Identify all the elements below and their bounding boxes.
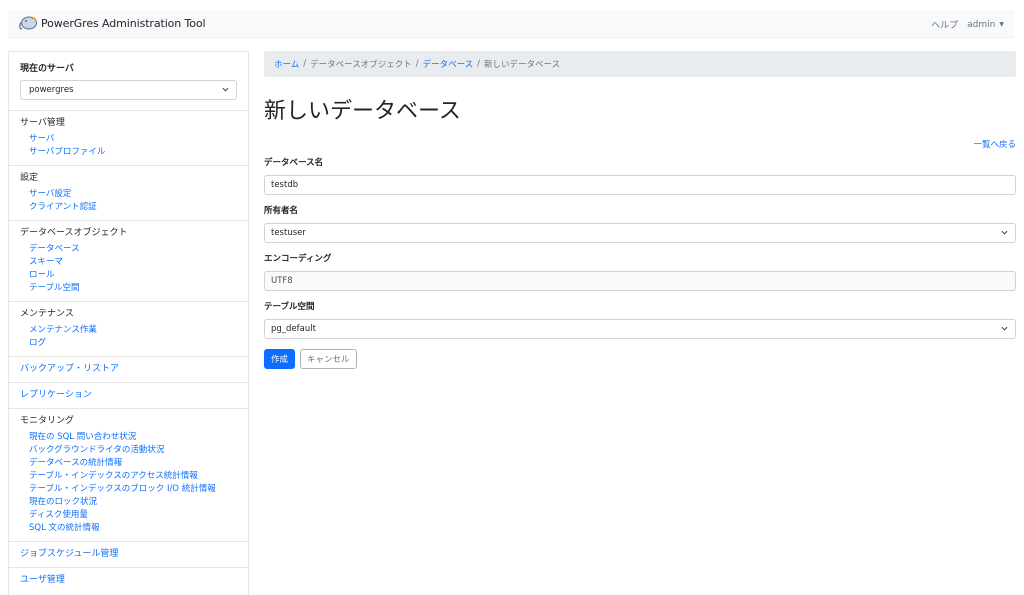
brand-title: PowerGres Administration Tool bbox=[41, 16, 206, 30]
owner-select[interactable]: testuser bbox=[264, 223, 1016, 243]
owner-label: 所有者名 bbox=[264, 206, 299, 216]
sidebar-item-replication[interactable]: レプリケーション bbox=[20, 390, 237, 401]
sidebar-section-server-management: サーバ管理 サーバ サーバプロファイル bbox=[9, 111, 248, 166]
sidebar-item-user-management[interactable]: ユーザ管理 bbox=[20, 575, 237, 586]
sidebar-section-title: メンテナンス bbox=[20, 309, 74, 319]
sidebar-section-title: データベースオブジェクト bbox=[20, 228, 128, 238]
breadcrumb-separator: / bbox=[303, 59, 307, 69]
sidebar-item-client-auth[interactable]: クライアント認証 bbox=[20, 201, 237, 214]
sidebar-item-locks[interactable]: 現在のロック状況 bbox=[20, 496, 237, 509]
db-name-input[interactable]: testdb bbox=[264, 175, 1016, 195]
db-name-group: データベース名 testdb bbox=[264, 158, 1016, 195]
sidebar-section-db-objects: データベースオブジェクト データベース スキーマ ロール テーブル空間 bbox=[9, 221, 248, 302]
sidebar-item-roles[interactable]: ロール bbox=[20, 269, 237, 282]
cancel-button[interactable]: キャンセル bbox=[300, 349, 357, 369]
sidebar-section-job-schedule: ジョブスケジュール管理 bbox=[9, 542, 248, 568]
owner-value: testuser bbox=[271, 228, 306, 238]
brand[interactable]: PowerGres Administration Tool bbox=[18, 15, 206, 31]
sidebar-section-title: モニタリング bbox=[20, 416, 75, 426]
breadcrumb-home[interactable]: ホーム bbox=[274, 58, 299, 70]
sidebar-section-monitoring: モニタリング 現在の SQL 問い合わせ状況 バックグラウンドライタの活動状況 … bbox=[9, 409, 248, 542]
sidebar-item-server-profile[interactable]: サーバプロファイル bbox=[20, 146, 237, 159]
db-name-value: testdb bbox=[271, 180, 299, 190]
breadcrumb-databases[interactable]: データベース bbox=[423, 58, 474, 70]
main-content: ホーム / データベースオブジェクト / データベース / 新しいデータベース … bbox=[264, 51, 1016, 369]
encoding-input[interactable]: UTF8 bbox=[264, 271, 1016, 291]
sidebar-item-databases[interactable]: データベース bbox=[20, 243, 237, 256]
tablespace-select[interactable]: pg_default bbox=[264, 319, 1016, 339]
sidebar-item-maintenance-tasks[interactable]: メンテナンス作業 bbox=[20, 324, 237, 337]
sidebar-section-title: 設定 bbox=[20, 173, 39, 183]
current-server-panel: 現在のサーバ powergres bbox=[9, 52, 248, 111]
sidebar-section-replication: レプリケーション bbox=[9, 383, 248, 409]
sidebar-item-tablespaces[interactable]: テーブル空間 bbox=[20, 282, 237, 295]
sidebar-item-disk-usage[interactable]: ディスク使用量 bbox=[20, 509, 237, 522]
user-name: admin bbox=[967, 19, 996, 30]
tablespace-value: pg_default bbox=[271, 324, 316, 334]
tablespace-label: テーブル空間 bbox=[264, 302, 315, 312]
help-link[interactable]: ヘルプ bbox=[931, 18, 958, 31]
db-name-label: データベース名 bbox=[264, 158, 324, 168]
chevron-down-icon bbox=[222, 87, 229, 92]
sidebar-section-backup-restore: バックアップ・リストア bbox=[9, 357, 248, 383]
caret-down-icon: ▼ bbox=[999, 21, 1004, 28]
page-title: 新しいデータベース bbox=[264, 99, 461, 124]
sidebar-item-sql-stats[interactable]: SQL 文の統計情報 bbox=[20, 522, 237, 535]
form-buttons: 作成 キャンセル bbox=[264, 349, 1016, 369]
sidebar-item-backup-restore[interactable]: バックアップ・リストア bbox=[20, 364, 237, 375]
breadcrumb-separator: / bbox=[415, 59, 419, 69]
sidebar-item-db-stats[interactable]: データベースの統計情報 bbox=[20, 457, 237, 470]
sidebar-item-server[interactable]: サーバ bbox=[20, 133, 237, 146]
breadcrumb-db-objects: データベースオブジェクト bbox=[310, 60, 412, 70]
breadcrumb: ホーム / データベースオブジェクト / データベース / 新しいデータベース bbox=[264, 51, 1016, 77]
encoding-value: UTF8 bbox=[271, 276, 293, 286]
create-button[interactable]: 作成 bbox=[264, 349, 296, 369]
sidebar-section-user-management: ユーザ管理 bbox=[9, 568, 248, 592]
sidebar-item-current-sql[interactable]: 現在の SQL 問い合わせ状況 bbox=[20, 431, 237, 444]
breadcrumb-separator: / bbox=[477, 59, 481, 69]
sidebar-item-schemas[interactable]: スキーマ bbox=[20, 256, 237, 269]
sidebar-item-logs[interactable]: ログ bbox=[20, 337, 237, 350]
create-database-form: データベース名 testdb 所有者名 testuser エンコーディング UT… bbox=[264, 158, 1016, 369]
breadcrumb-current: 新しいデータベース bbox=[484, 60, 561, 70]
back-to-list-link[interactable]: 一覧へ戻る bbox=[973, 138, 1016, 150]
chevron-down-icon bbox=[1001, 326, 1008, 331]
user-menu[interactable]: admin ▼ bbox=[967, 20, 1004, 30]
sidebar-item-server-settings[interactable]: サーバ設定 bbox=[20, 188, 237, 201]
sidebar-item-job-schedule[interactable]: ジョブスケジュール管理 bbox=[20, 549, 237, 560]
top-navbar: PowerGres Administration Tool ヘルプ admin … bbox=[8, 10, 1014, 38]
sidebar-item-access-stats[interactable]: テーブル・インデックスのアクセス統計情報 bbox=[20, 470, 237, 483]
server-select[interactable]: powergres bbox=[20, 80, 237, 100]
elephant-logo-icon bbox=[19, 16, 37, 30]
sidebar-section-maintenance: メンテナンス メンテナンス作業 ログ bbox=[9, 302, 248, 357]
sidebar-item-bgwriter[interactable]: バックグラウンドライタの活動状況 bbox=[20, 444, 237, 457]
sidebar: 現在のサーバ powergres サーバ管理 サーバ サーバプロファイル 設定 … bbox=[8, 51, 249, 595]
owner-group: 所有者名 testuser bbox=[264, 206, 1016, 243]
tablespace-group: テーブル空間 pg_default bbox=[264, 302, 1016, 339]
encoding-label: エンコーディング bbox=[264, 254, 332, 264]
sidebar-section-settings: 設定 サーバ設定 クライアント認証 bbox=[9, 166, 248, 221]
navbar-right: ヘルプ admin ▼ bbox=[931, 18, 1004, 32]
sidebar-section-title: サーバ管理 bbox=[20, 118, 65, 128]
current-server-label: 現在のサーバ bbox=[20, 64, 74, 74]
chevron-down-icon bbox=[1001, 230, 1008, 235]
encoding-group: エンコーディング UTF8 bbox=[264, 254, 1016, 291]
server-select-value: powergres bbox=[29, 85, 74, 95]
sidebar-item-block-io-stats[interactable]: テーブル・インデックスのブロック I/O 統計情報 bbox=[20, 483, 237, 496]
